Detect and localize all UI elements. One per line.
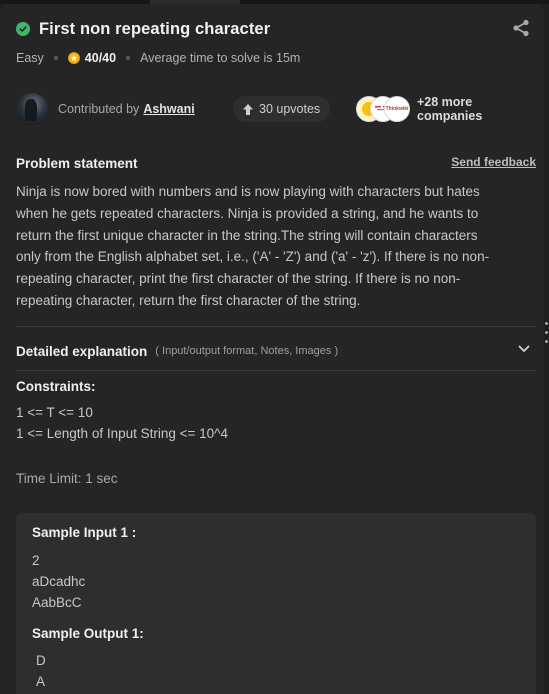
send-feedback-link[interactable]: Send feedback xyxy=(451,155,536,169)
title-row: First non repeating character xyxy=(16,18,530,40)
contributed-by-label: Contributed by xyxy=(58,102,140,116)
time-limit: Time Limit: 1 sec xyxy=(16,471,118,486)
upvote-count: 30 upvotes xyxy=(259,102,321,116)
check-circle-icon xyxy=(16,22,30,36)
chevron-down-icon[interactable] xyxy=(518,345,530,353)
detailed-explanation-subtitle: ( Input/output format, Notes, Images ) xyxy=(155,345,339,357)
more-companies-link[interactable]: +28 more companies xyxy=(417,93,536,125)
arrow-up-icon xyxy=(243,103,253,115)
handle-dot xyxy=(545,322,548,325)
sample-output-line: A xyxy=(36,674,46,689)
separator-dot xyxy=(53,56,58,60)
average-time: Average time to solve is 15m xyxy=(140,51,301,65)
handle-dot xyxy=(545,340,548,343)
problem-panel: First non repeating character Easy 40/40… xyxy=(0,4,544,694)
separator-dot xyxy=(126,56,131,60)
detailed-explanation-toggle[interactable]: Detailed explanation ( Input/output form… xyxy=(16,342,536,360)
handle-dot xyxy=(545,331,548,334)
score: 40/40 xyxy=(84,51,117,65)
company-logo: Thinkwiki xyxy=(384,96,410,122)
sample-input-title: Sample Input 1 : xyxy=(32,525,137,540)
company-logos[interactable]: Thinkwiki xyxy=(356,96,412,122)
sample-input-line: AabBcC xyxy=(32,595,82,610)
problem-statement-body: Ninja is now bored with numbers and is n… xyxy=(16,181,531,312)
divider xyxy=(16,326,536,327)
statement-line: return the first unique character in the… xyxy=(16,227,478,243)
difficulty-label: Easy xyxy=(16,51,44,65)
problem-statement-header: Problem statement Send feedback xyxy=(16,155,536,173)
sample-input-line: aDcadhc xyxy=(32,574,86,589)
sample-input-line: 2 xyxy=(32,553,40,568)
statement-line: repeating character, print the first cha… xyxy=(16,271,461,287)
divider xyxy=(16,370,536,371)
share-icon[interactable] xyxy=(512,19,530,37)
sample-box: Sample Input 1 : 2 aDcadhc AabBcC Sample… xyxy=(16,513,536,694)
statement-line: Ninja is now bored with numbers and is n… xyxy=(16,184,480,199)
contributor-name-link[interactable]: Ashwani xyxy=(143,102,194,116)
sample-output-line: D xyxy=(36,653,46,668)
company-logo-text: Thinkwiki xyxy=(385,106,409,112)
problem-statement-title: Problem statement xyxy=(16,156,138,171)
contributor-row: Contributed by Ashwani 30 upvotes Thinkw… xyxy=(16,93,536,125)
upvote-button[interactable]: 30 upvotes xyxy=(233,96,331,122)
coin-icon xyxy=(67,52,80,64)
detailed-explanation-title: Detailed explanation xyxy=(16,343,148,359)
meta-row: Easy 40/40 Average time to solve is 15m xyxy=(16,51,300,65)
problem-title: First non repeating character xyxy=(39,19,271,38)
constraints-title: Constraints: xyxy=(16,379,96,394)
sample-output-title: Sample Output 1: xyxy=(32,626,144,641)
avatar xyxy=(16,93,48,125)
statement-line: when he gets repeated characters. Ninja … xyxy=(16,205,479,221)
statement-line: only from the English alphabet set, i.e.… xyxy=(16,249,490,265)
resize-handle[interactable] xyxy=(544,322,549,343)
constraint-line: 1 <= T <= 10 xyxy=(16,405,93,420)
constraint-line: 1 <= Length of Input String <= 10^4 xyxy=(16,426,228,441)
statement-line: repeating character, return the first ch… xyxy=(16,292,361,308)
